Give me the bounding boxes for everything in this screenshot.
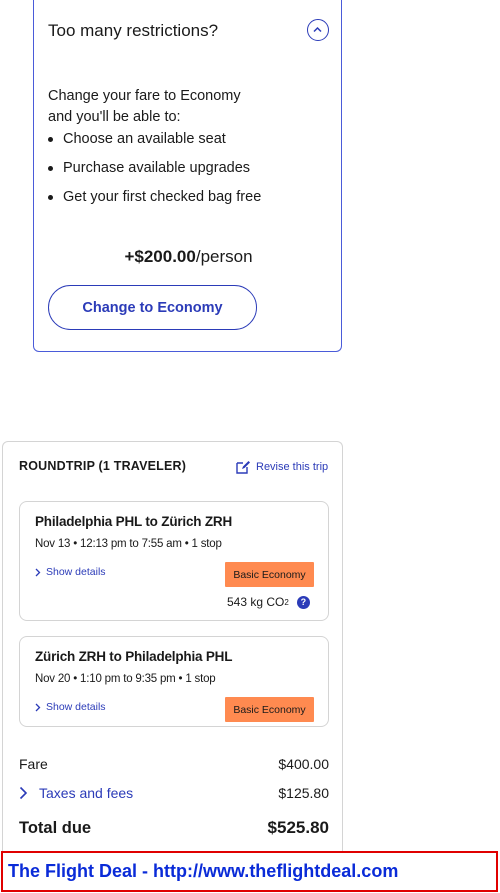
co2-emissions: 543 kg CO 2 ?	[227, 595, 310, 609]
chevron-up-icon	[313, 26, 322, 33]
edit-icon	[236, 461, 250, 474]
total-label: Total due	[19, 818, 92, 837]
benefit-text: Choose an available seat	[63, 131, 226, 147]
flight-leg-card: Zürich ZRH to Philadelphia PHL Nov 20 • …	[19, 636, 329, 727]
revise-trip-link[interactable]: Revise this trip	[236, 460, 328, 474]
total-amount: $525.80	[267, 818, 329, 837]
fare-row: Fare $400.00	[19, 756, 329, 772]
flight-leg-card: Philadelphia PHL to Zürich ZRH Nov 13 • …	[19, 501, 329, 621]
trip-header: ROUNDTRIP (1 TRAVELER)	[19, 459, 187, 473]
revise-label: Revise this trip	[256, 461, 329, 473]
benefits-list: Choose an available seat Purchase availa…	[48, 129, 268, 216]
price-suffix: /person	[195, 247, 253, 266]
co2-value: 543 kg CO	[227, 595, 285, 609]
price-amount: +$200.00	[124, 247, 196, 266]
flight-deal-banner: The Flight Deal - http://www.theflightde…	[1, 851, 498, 892]
change-to-economy-button[interactable]: Change to Economy	[48, 285, 257, 330]
benefit-item: Get your first checked bag free	[48, 187, 268, 208]
bullet-icon	[48, 137, 53, 142]
fare-class-badge: Basic Economy	[225, 562, 314, 587]
total-row: Total due $525.80	[19, 818, 329, 838]
collapse-button[interactable]	[307, 19, 329, 41]
upsell-card: Too many restrictions? Change your fare …	[33, 0, 342, 352]
upsell-title: Too many restrictions?	[48, 21, 219, 40]
chevron-right-icon	[35, 568, 41, 576]
fare-label: Fare	[19, 756, 48, 772]
taxes-row: Taxes and fees $125.80	[19, 785, 329, 801]
show-details-link[interactable]: Show details	[35, 701, 106, 713]
taxes-amount: $125.80	[278, 785, 329, 801]
benefit-item: Purchase available upgrades	[48, 158, 268, 179]
chevron-right-icon	[35, 703, 41, 711]
show-details-label: Show details	[46, 566, 106, 578]
leg-route: Philadelphia PHL to Zürich ZRH	[35, 514, 233, 529]
leg-route: Zürich ZRH to Philadelphia PHL	[35, 649, 233, 664]
taxes-label: Taxes and fees	[39, 785, 134, 801]
fare-amount: $400.00	[278, 756, 329, 772]
bullet-icon	[48, 195, 53, 200]
taxes-toggle[interactable]: Taxes and fees	[19, 785, 133, 801]
show-details-link[interactable]: Show details	[35, 566, 106, 578]
co2-subscript: 2	[284, 597, 289, 607]
upsell-description: Change your fare to Economy and you'll b…	[48, 88, 241, 125]
upsell-price: +$200.00/person	[34, 247, 343, 267]
bullet-icon	[48, 166, 53, 171]
fare-class-badge: Basic Economy	[225, 697, 314, 722]
benefit-item: Choose an available seat	[48, 129, 268, 150]
chevron-right-icon	[19, 786, 28, 800]
info-icon[interactable]: ?	[296, 595, 310, 609]
leg-schedule: Nov 20 • 1:10 pm to 9:35 pm • 1 stop	[35, 673, 216, 685]
leg-schedule: Nov 13 • 12:13 pm to 7:55 am • 1 stop	[35, 538, 222, 550]
trip-summary-panel: ROUNDTRIP (1 TRAVELER) Revise this trip …	[2, 441, 343, 861]
benefit-text: Get your first checked bag free	[63, 189, 262, 205]
benefit-text: Purchase available upgrades	[63, 160, 251, 176]
show-details-label: Show details	[46, 701, 106, 713]
